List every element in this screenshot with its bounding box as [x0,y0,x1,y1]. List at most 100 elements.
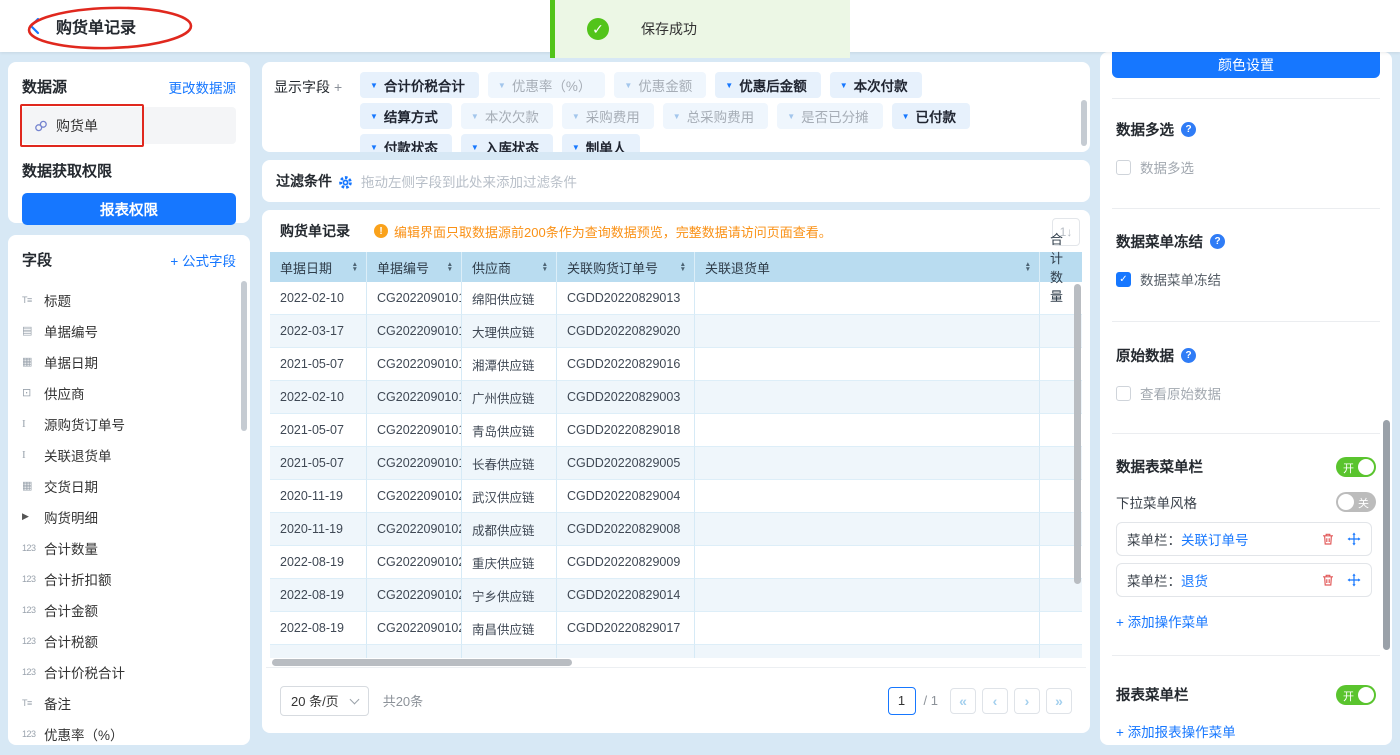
chevron-down-icon[interactable]: ▼ [787,112,795,121]
datasource-item[interactable]: 购货单 [22,107,236,144]
table-row[interactable]: 2021-05-07CG20220901018青岛供应链CGDD20220829… [270,414,1082,447]
checkbox-unchecked[interactable] [1116,160,1131,175]
checkbox-unchecked[interactable] [1116,386,1131,401]
chevron-down-icon[interactable]: ▼ [498,81,506,90]
add-report-action-menu-link[interactable]: + 添加报表操作菜单 [1100,721,1392,741]
last-page-icon[interactable]: » [1046,688,1072,714]
trash-icon[interactable] [1321,573,1335,587]
table-row[interactable]: 2022-08-19CG20220901023宁乡供应链CGDD20220829… [270,579,1082,612]
sort-arrows-icon[interactable]: ▲▼ [542,262,548,272]
gear-icon[interactable] [338,175,353,190]
field-item[interactable]: ▤单据编号 [22,315,236,346]
field-item[interactable]: ▦交货日期 [22,470,236,501]
table-vertical-scrollbar[interactable] [1074,284,1081,584]
chevron-down-icon[interactable]: ▼ [624,81,632,90]
table-row[interactable]: 2022-08-19CG20220901024南昌供应链CGDD20220829… [270,612,1082,645]
move-icon[interactable] [1347,532,1361,546]
chevron-down-icon[interactable]: ▼ [471,112,479,121]
field-chip[interactable]: ▼本次付款 [830,72,922,98]
field-chip[interactable]: ▼付款状态 [360,134,452,152]
field-item[interactable]: I源购货订单号 [22,408,236,439]
column-header[interactable]: 单据编号▲▼ [367,252,462,282]
field-chip[interactable]: ▼入库状态 [461,134,553,152]
column-header[interactable]: 单据日期▲▼ [270,252,367,282]
field-chip[interactable]: ▼总采购费用 [663,103,768,129]
field-item[interactable]: T≡标题 [22,284,236,315]
field-item[interactable]: ⊡供应商 [22,377,236,408]
display-fields-scrollbar[interactable] [1081,100,1087,146]
field-item[interactable]: 123合计数量 [22,532,236,563]
field-chip[interactable]: ▼优惠率（%） [488,72,605,98]
field-chip[interactable]: ▼合计价税合计 [360,72,479,98]
field-chip[interactable]: ▼本次欠款 [461,103,553,129]
field-item[interactable]: 123合计价税合计 [22,656,236,687]
menubar-item[interactable]: 菜单栏： 关联订单号 [1116,522,1372,556]
chevron-down-icon[interactable]: ▼ [572,112,580,121]
report-menubar-toggle[interactable]: 开 [1336,685,1376,705]
back-icon[interactable] [26,16,46,36]
table-row[interactable]: 2022-02-10CG20220901014绵阳供应链CGDD20220829… [270,282,1082,315]
change-datasource-link[interactable]: 更改数据源 [169,77,237,97]
checkbox-checked[interactable]: ✓ [1116,272,1131,287]
sort-arrows-icon[interactable]: ▲▼ [352,262,358,272]
field-item[interactable]: 123合计金额 [22,594,236,625]
field-chip[interactable]: ▼结算方式 [360,103,452,129]
chevron-down-icon[interactable]: ▼ [902,112,910,121]
color-settings-button[interactable]: 颜色设置 [1112,52,1380,78]
chevron-down-icon[interactable]: ▼ [471,143,479,152]
chevron-down-icon[interactable]: ▼ [370,81,378,90]
table-row[interactable]: 2020-11-19CG20220901020武汉供应链CGDD20220829… [270,480,1082,513]
field-item[interactable]: 123优惠率（%） [22,718,236,745]
table-row[interactable]: 2022-02-10CG20220901017广州供应链CGDD20220829… [270,381,1082,414]
prev-page-icon[interactable]: ‹ [982,688,1008,714]
table-row-partial[interactable] [270,645,1082,658]
field-item[interactable]: 123合计税额 [22,625,236,656]
table-row[interactable]: 2021-05-07CG20220901016湘潭供应链CGDD20220829… [270,348,1082,381]
add-action-menu-link[interactable]: + 添加操作菜单 [1100,611,1392,631]
chevron-down-icon[interactable]: ▼ [370,112,378,121]
dropdown-style-toggle[interactable]: 关 [1336,492,1376,512]
question-icon[interactable]: ? [1210,234,1225,249]
menubar-item[interactable]: 菜单栏： 退货 [1116,563,1372,597]
expand-arrow-icon[interactable]: ▶ [22,511,44,522]
raw-data-checkbox[interactable]: 查看原始数据 [1116,383,1376,403]
page-number-input[interactable]: 1 [888,687,916,715]
first-page-icon[interactable]: « [950,688,976,714]
page-size-select[interactable]: 20 条/页 [280,686,369,716]
field-chip[interactable]: ▼是否已分摊 [777,103,882,129]
field-item[interactable]: ▦单据日期 [22,346,236,377]
chevron-down-icon[interactable]: ▼ [840,81,848,90]
field-item[interactable]: 123合计折扣额 [22,563,236,594]
field-chip[interactable]: ▼优惠后金额 [715,72,820,98]
field-chip[interactable]: ▼采购费用 [562,103,654,129]
menu-freeze-checkbox[interactable]: ✓ 数据菜单冻结 [1116,269,1376,289]
table-row[interactable]: 2020-11-19CG20220901021成都供应链CGDD20220829… [270,513,1082,546]
table-row[interactable]: 2022-03-17CG20220901015大理供应链CGDD20220829… [270,315,1082,348]
column-header[interactable]: 合计数量 [1040,252,1082,282]
column-header[interactable]: 关联退货单▲▼ [695,252,1040,282]
filter-dropzone-placeholder[interactable]: 拖动左侧字段到此处来添加过滤条件 [361,171,577,191]
chevron-down-icon[interactable]: ▼ [725,81,733,90]
add-display-field-button[interactable]: + [334,79,342,95]
question-icon[interactable]: ? [1181,122,1196,137]
column-header[interactable]: 关联购货订单号▲▼ [557,252,695,282]
field-item[interactable]: T≡备注 [22,687,236,718]
sort-arrows-icon[interactable]: ▲▼ [1025,262,1031,272]
field-item[interactable]: I关联退货单 [22,439,236,470]
trash-icon[interactable] [1321,532,1335,546]
question-icon[interactable]: ? [1181,348,1196,363]
sort-arrows-icon[interactable]: ▲▼ [447,262,453,272]
table-row[interactable]: 2021-05-07CG20220901019长春供应链CGDD20220829… [270,447,1082,480]
field-chip[interactable]: ▼制单人 [562,134,640,152]
report-permission-button[interactable]: 报表权限 [22,193,236,225]
field-chip[interactable]: ▼优惠金额 [614,72,706,98]
sort-arrows-icon[interactable]: ▲▼ [680,262,686,272]
chevron-down-icon[interactable]: ▼ [572,143,580,152]
multi-select-checkbox[interactable]: 数据多选 [1116,157,1376,177]
add-formula-field-link[interactable]: + 公式字段 [170,250,236,270]
field-chip[interactable]: ▼已付款 [892,103,970,129]
settings-scrollbar[interactable] [1383,420,1390,650]
next-page-icon[interactable]: › [1014,688,1040,714]
chevron-down-icon[interactable]: ▼ [673,112,681,121]
horizontal-scrollbar-thumb[interactable] [272,659,572,666]
